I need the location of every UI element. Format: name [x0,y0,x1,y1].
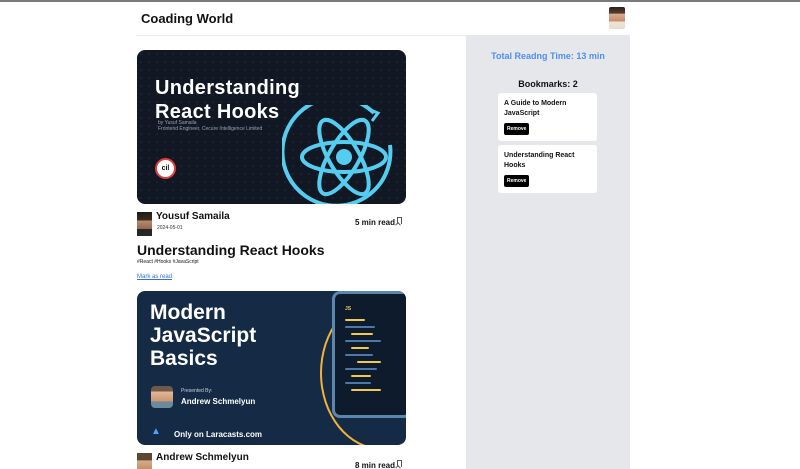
code-line [345,326,375,328]
laracasts-tagline: Only on Laracasts.com [174,430,263,439]
remove-bookmark-button[interactable]: Remove [504,123,530,135]
cil-logo-text: cil [161,165,170,172]
cover-title: Modern JavaScript Basics [150,301,256,370]
cover-title-line: Modern [150,301,226,324]
cover-title: Understanding React Hooks [155,76,300,124]
blog-cover-image: Understanding React Hooks by Yusuf Samai… [137,50,406,204]
blog-cover-image: JS Modern JavaScript Basics Presented By… [137,291,406,445]
author-row: Andrew Schmelyun 8 min read [137,451,406,469]
blog-card: Understanding React Hooks by Yusuf Samai… [137,50,406,283]
author-avatar [137,212,152,236]
react-logo-icon [282,105,393,204]
blog-card: JS Modern JavaScript Basics Presented By… [137,291,406,469]
presenter-photo [151,386,173,408]
bookmark-list: A Guide to Modern JavaScript Remove Unde… [498,93,597,197]
site-brand[interactable]: Coading World [141,11,233,26]
code-line [345,368,377,370]
site-header: Coading World [136,2,630,36]
bookmark-icon[interactable] [397,460,402,467]
cover-title-line: JavaScript [150,324,257,347]
code-line [351,389,381,391]
code-line [345,354,373,356]
presented-by-label: Presented By: [181,388,213,394]
mark-as-read-link[interactable]: Mark as read [137,274,172,280]
cover-title-line: Understanding [155,77,301,99]
bookmark-item: A Guide to Modern JavaScript Remove [498,93,597,141]
author-name: Yousuf Samaila [156,211,230,222]
author-avatar [137,453,152,469]
phone-js-label: JS [345,306,352,312]
bookmark-item: Understanding React Hooks Remove [498,145,597,193]
remove-bookmark-button[interactable]: Remove [504,175,530,187]
cil-logo: cil [155,158,176,179]
read-time: 8 min read [355,461,396,469]
laracasts-logo-icon: ▲ [151,426,161,437]
cover-title-line: Basics [150,347,218,370]
cover-byline-role: Frontend Engineer, Cecure Intelligence L… [158,126,263,132]
bookmark-icon[interactable] [397,217,402,224]
cover-byline: by Yusuf Samaila Frontend Engineer, Cecu… [158,120,262,132]
bookmarks-heading: Bookmarks: 2 [518,79,578,89]
bookmark-sidebar: Total Readng Time: 13 min Bookmarks: 2 A… [466,35,630,469]
code-line [351,333,373,335]
post-tags: #React #Hooks #JavaScript [137,259,199,265]
author-name: Andrew Schmelyun [156,452,249,463]
total-reading-time: Total Readng Time: 13 min [491,51,605,61]
post-title: Understanding React Hooks [137,242,325,258]
code-line [345,340,381,342]
phone-illustration: JS [332,291,406,418]
user-avatar[interactable] [609,7,625,29]
post-date: 2024-05-01 [157,225,183,231]
presenter-name: Andrew Schmelyun [181,397,256,406]
code-line [345,319,365,321]
author-row: Yousuf Samaila 2024-05-01 5 min read [137,210,406,236]
bookmark-title: A Guide to Modern JavaScript [504,100,567,117]
code-line [357,361,381,363]
code-line [345,382,371,384]
bookmark-title: Understanding React Hooks [504,152,575,169]
read-time: 5 min read [355,218,396,227]
code-line [351,347,369,349]
code-line [351,375,371,377]
blog-list: Understanding React Hooks by Yusuf Samai… [136,36,466,469]
